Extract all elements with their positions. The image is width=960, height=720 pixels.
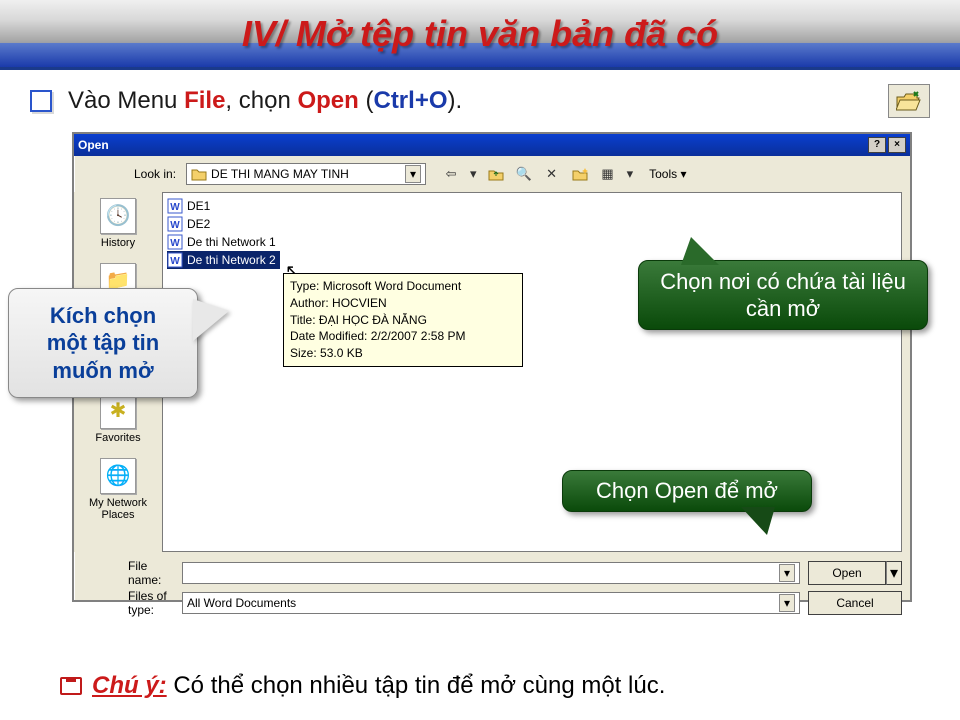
open-folder-toolbar-icon (888, 84, 930, 118)
callout-click-open: Chọn Open để mở (562, 470, 812, 512)
chevron-down-icon[interactable]: ▾ (779, 594, 795, 612)
svg-text:W: W (170, 256, 180, 267)
slide-title: IV/ Mở tệp tin văn bản đã có (242, 13, 718, 55)
svg-text:W: W (170, 202, 180, 213)
back-icon[interactable]: ⇦ (442, 165, 460, 183)
history-icon: 🕓 (100, 198, 136, 234)
note-row: Chú ý: Có thể chọn nhiều tập tin để mở c… (60, 672, 940, 700)
chevron-down-icon[interactable]: ▾ (779, 564, 795, 582)
word-doc-icon: W (167, 216, 183, 232)
note-label: Chú ý: (92, 672, 167, 699)
filetype-label: Files of type: (82, 589, 174, 617)
callout-select-file: Kích chọn một tập tin muốn mở (8, 288, 198, 398)
word-doc-icon: W (167, 198, 183, 214)
dialog-toolbar: Look in: DE THI MANG MAY TINH ▾ ⇦ ▾ 🔍 ✕ … (74, 156, 910, 192)
new-folder-icon[interactable] (571, 165, 589, 183)
slide-title-bar: IV/ Mở tệp tin văn bản đã có (0, 0, 960, 70)
toolbar-icons: ⇦ ▾ 🔍 ✕ ▦ ▾ Tools ▾ (442, 165, 686, 183)
search-web-icon[interactable]: 🔍 (515, 165, 533, 183)
file-tooltip: Type: Microsoft Word Document Author: HO… (283, 273, 523, 367)
help-button[interactable]: ? (868, 137, 886, 153)
chevron-down-icon[interactable]: ▾ (405, 165, 421, 183)
up-folder-icon[interactable] (487, 165, 505, 183)
file-item[interactable]: WDe thi Network 1 (167, 233, 897, 251)
favorites-icon: ✱ (100, 393, 136, 429)
dialog-titlebar: Open ? × (74, 134, 910, 156)
instruction-text: Vào Menu File, chọn Open (Ctrl+O). (68, 87, 462, 115)
word-doc-icon: W (167, 234, 183, 250)
note-text: Có thể chọn nhiều tập tin để mở cùng một… (167, 672, 666, 699)
place-network[interactable]: 🌐My Network Places (74, 458, 162, 521)
dialog-bottombar: File name: ▾ Open ▾ Files of type: All W… (74, 552, 910, 624)
tools-menu[interactable]: Tools ▾ (649, 167, 686, 181)
open-dialog: Open ? × Look in: DE THI MANG MAY TINH ▾… (72, 132, 912, 602)
svg-text:W: W (170, 220, 180, 231)
place-favorites[interactable]: ✱Favorites (95, 393, 140, 444)
file-item[interactable]: WDE1 (167, 197, 897, 215)
lookin-label: Look in: (134, 167, 176, 181)
filetype-dropdown[interactable]: All Word Documents▾ (182, 592, 800, 614)
svg-text:W: W (170, 238, 180, 249)
filename-label: File name: (82, 559, 174, 587)
file-item-selected[interactable]: WDe thi Network 2 (167, 251, 280, 269)
network-icon: 🌐 (100, 458, 136, 494)
callout-choose-location: Chọn nơi có chứa tài liệu cần mở (638, 260, 928, 330)
filename-input[interactable]: ▾ (182, 562, 800, 584)
open-button-dropdown[interactable]: ▾ (886, 561, 902, 585)
delete-icon[interactable]: ✕ (543, 165, 561, 183)
file-item[interactable]: WDE2 (167, 215, 897, 233)
word-doc-icon: W (167, 252, 183, 268)
bullet-square-icon (30, 90, 52, 112)
lookin-dropdown[interactable]: DE THI MANG MAY TINH ▾ (186, 163, 426, 185)
open-button[interactable]: Open (808, 561, 886, 585)
disk-icon (60, 677, 82, 695)
cancel-button[interactable]: Cancel (808, 591, 902, 615)
folder-icon (191, 167, 207, 181)
place-history[interactable]: 🕓History (100, 198, 136, 249)
dialog-title: Open (78, 138, 109, 152)
close-button[interactable]: × (888, 137, 906, 153)
views-icon[interactable]: ▦ (599, 165, 617, 183)
instruction-row: Vào Menu File, chọn Open (Ctrl+O). (0, 70, 960, 124)
